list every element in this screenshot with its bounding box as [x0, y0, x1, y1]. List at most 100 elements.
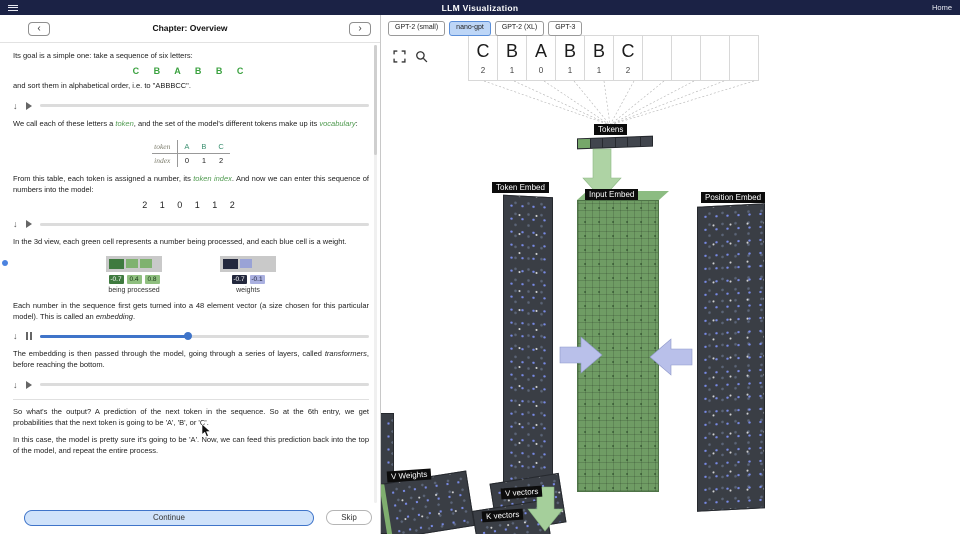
player-controls-1: ↓ [13, 100, 369, 112]
legend-label: being processed [108, 287, 159, 294]
green-cell [126, 259, 138, 268]
app-title: LLM Visualization [0, 3, 960, 13]
scene-tools [393, 50, 428, 63]
input-embed-matrix[interactable] [577, 200, 659, 492]
table-cell: 0 [178, 154, 195, 167]
chapter-title: Chapter: Overview [0, 23, 380, 33]
tab-gpt2-xl[interactable]: GPT-2 (XL) [495, 21, 544, 36]
legend-weights: -0.7 -0.1 weights [220, 256, 276, 294]
paragraph-repeat: In this case, the model is pretty sure i… [13, 434, 369, 457]
paragraph-embedding: Each number in the sequence first gets t… [13, 300, 369, 323]
player-controls-4: ↓ [13, 379, 369, 391]
value-chip: 0.8 [145, 275, 160, 284]
token-cell-empty[interactable] [700, 35, 730, 81]
pause-button[interactable] [24, 331, 34, 341]
processed-cells-graphic [106, 256, 162, 272]
timeline-slider-4[interactable] [40, 383, 370, 386]
tab-gpt2-small[interactable]: GPT-2 (small) [388, 21, 445, 36]
token-cell[interactable]: A0 [526, 35, 556, 81]
position-embed-label: Position Embed [701, 192, 765, 203]
position-embed-matrix[interactable] [697, 203, 765, 512]
legend-label: weights [236, 287, 260, 294]
panel-scrollbar[interactable] [374, 45, 377, 503]
scene-overlay [381, 15, 960, 534]
table-cell: B [195, 140, 212, 154]
value-chip: -0.7 [109, 275, 124, 284]
token-cell[interactable]: C2 [613, 35, 643, 81]
token-cell[interactable]: B1 [584, 35, 614, 81]
token-embed-matrix[interactable] [503, 195, 553, 488]
token-embed-label: Token Embed [492, 182, 549, 193]
green-cell-dark [109, 259, 124, 269]
legend-processed: -0.7 0.4 0.8 being processed [106, 256, 162, 294]
play-icon [26, 102, 32, 110]
cell-legend: -0.7 0.4 0.8 being processed -0.7 -0.1 [13, 256, 369, 294]
nav-progress-dot[interactable] [2, 260, 8, 266]
paragraph-sort: and sort them in alphabetical order, i.e… [13, 80, 369, 91]
timeline-slider-2[interactable] [40, 223, 370, 226]
weight-cells-graphic [220, 256, 276, 272]
top-bar: LLM Visualization Home [0, 0, 960, 15]
table-row-label: token [152, 140, 178, 154]
paragraph-cells: In the 3d view, each green cell represen… [13, 236, 369, 247]
model-tabs: GPT-2 (small) nano-gpt GPT-2 (XL) GPT-3 [388, 21, 582, 36]
app-window: LLM Visualization Home ‹ Chapter: Overvi… [0, 0, 960, 534]
tab-nano-gpt[interactable]: nano-gpt [449, 21, 491, 36]
home-link[interactable]: Home [932, 3, 952, 12]
token-cell-empty[interactable] [642, 35, 672, 81]
zoom-icon[interactable] [415, 50, 428, 63]
viz-canvas[interactable]: C2 B1 A0 B1 B1 C2 [381, 15, 960, 534]
table-cell: C [212, 140, 229, 154]
jump-down-button[interactable]: ↓ [13, 219, 18, 229]
value-chip: 0.4 [127, 275, 142, 284]
chapter-content: Its goal is a simple one: take a sequenc… [0, 43, 380, 505]
play-button[interactable] [24, 380, 34, 390]
value-chip: -0.7 [232, 275, 247, 284]
token-index-bar [577, 136, 653, 150]
skip-button[interactable]: Skip [326, 510, 372, 525]
table-cell: A [178, 140, 195, 154]
token-cell[interactable]: B1 [555, 35, 585, 81]
token-cell[interactable]: B1 [497, 35, 527, 81]
weight-values: -0.7 -0.1 [232, 275, 265, 284]
paragraph-transformers: The embedding is then passed through the… [13, 348, 369, 371]
token-cell-empty[interactable] [729, 35, 759, 81]
scrollbar-thumb[interactable] [374, 45, 377, 155]
play-icon [26, 381, 32, 389]
jump-down-button[interactable]: ↓ [13, 101, 18, 111]
paragraph-goal: Its goal is a simple one: take a sequenc… [13, 50, 369, 61]
chapter-header: ‹ Chapter: Overview › [0, 15, 380, 43]
timeline-slider-1[interactable] [40, 104, 370, 107]
token-cell-empty[interactable] [671, 35, 701, 81]
token-cell[interactable]: C2 [468, 35, 498, 81]
paragraph-output: So what's the output? A prediction of th… [13, 406, 369, 429]
weight-cell [240, 259, 252, 268]
index-sequence: 2 1 0 1 1 2 [13, 200, 369, 210]
token-input-cells: C2 B1 A0 B1 B1 C2 [469, 35, 759, 81]
slider-handle[interactable] [184, 332, 192, 340]
paragraph-token: We call each of these letters a token, a… [13, 118, 369, 129]
weight-cell-dark [223, 259, 238, 269]
section-divider [13, 399, 369, 400]
fullscreen-icon[interactable] [393, 50, 406, 63]
jump-down-button[interactable]: ↓ [13, 380, 18, 390]
jump-down-button[interactable]: ↓ [13, 331, 18, 341]
tokens-label: Tokens [594, 124, 627, 135]
player-controls-2: ↓ [13, 218, 369, 230]
vocab-table-wrap: token A B C index 0 1 2 [13, 136, 369, 167]
value-chip: -0.1 [250, 275, 265, 284]
player-controls-3: ↓ [13, 330, 369, 342]
tab-gpt3[interactable]: GPT-3 [548, 21, 582, 36]
paragraph-index: From this table, each token is assigned … [13, 173, 369, 196]
chapter-panel: ‹ Chapter: Overview › Its goal is a simp… [0, 15, 381, 534]
table-row-label: index [152, 154, 178, 167]
timeline-slider-3[interactable] [40, 335, 370, 338]
next-chapter-button[interactable]: › [349, 22, 371, 36]
table-cell: 1 [195, 154, 212, 167]
chapter-footer: Continue Skip [0, 505, 380, 534]
continue-button[interactable]: Continue [24, 510, 314, 526]
table-cell: 2 [212, 154, 229, 167]
play-button[interactable] [24, 219, 34, 229]
play-button[interactable] [24, 101, 34, 111]
processed-values: -0.7 0.4 0.8 [109, 275, 160, 284]
